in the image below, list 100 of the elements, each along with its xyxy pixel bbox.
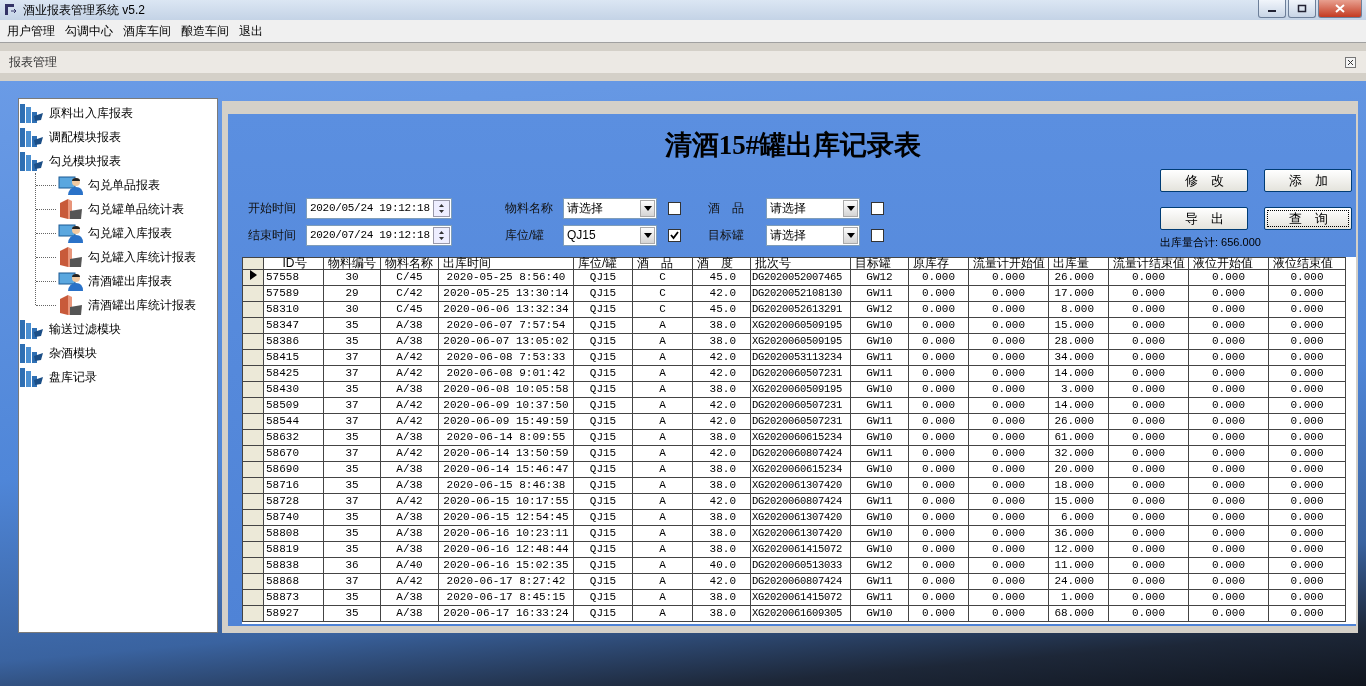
menu-item[interactable]: 酒库车间: [118, 22, 176, 40]
table-cell: A: [632, 589, 693, 606]
tree-item[interactable]: 清酒罐出库统计报表: [88, 296, 196, 314]
table-cell: 0.000: [1108, 589, 1189, 606]
action-button[interactable]: 修 改: [1160, 169, 1248, 192]
dropdown-field[interactable]: 请选择: [766, 197, 860, 219]
tree-item[interactable]: 勾兑单品报表: [88, 176, 160, 194]
dropdown-field[interactable]: 请选择: [563, 197, 657, 219]
table-cell: 3.000: [1048, 381, 1109, 398]
table-cell: GW11: [850, 445, 909, 462]
table-cell: GW11: [850, 589, 909, 606]
tree-item[interactable]: 输送过滤模块: [49, 320, 121, 338]
column-stack-icon: [19, 342, 45, 364]
table-cell: QJ15: [573, 605, 633, 622]
table-cell: XG2020061609305: [750, 605, 851, 622]
spin-icon[interactable]: [433, 199, 450, 217]
table-cell: 0.000: [1188, 525, 1269, 542]
action-button[interactable]: 添 加: [1264, 169, 1352, 192]
table-cell: C: [632, 285, 693, 302]
minimize-button[interactable]: [1258, 0, 1286, 18]
filter-label: 库位/罐: [505, 226, 546, 244]
tree-item[interactable]: 清酒罐出库报表: [88, 272, 172, 290]
close-button[interactable]: [1318, 0, 1362, 18]
table-cell: 2020-06-16 12:48:44: [438, 541, 574, 558]
column-header[interactable]: 流量计结束值: [1108, 257, 1189, 270]
box-icon: [58, 246, 84, 268]
table-cell: A: [632, 381, 693, 398]
tree-item[interactable]: 调配模块报表: [49, 128, 121, 146]
table-cell: QJ15: [573, 269, 633, 286]
table-cell: A/38: [380, 477, 439, 494]
table-cell: 0.000: [908, 269, 969, 286]
dropdown-field[interactable]: 请选择: [766, 224, 860, 246]
maximize-button[interactable]: [1288, 0, 1316, 18]
table-cell: GW10: [850, 317, 909, 334]
table-cell: QJ15: [573, 349, 633, 366]
table-cell: 11.000: [1048, 557, 1109, 574]
action-button[interactable]: 查 询: [1264, 207, 1352, 230]
table-cell: XG2020061307420: [750, 525, 851, 542]
tree-item[interactable]: 盘库记录: [49, 368, 97, 386]
table-cell: 37: [323, 493, 381, 510]
column-header[interactable]: 物料名称: [380, 257, 439, 270]
table-cell: 58509: [263, 397, 324, 414]
column-header[interactable]: 出库时间: [438, 257, 574, 270]
datetime-field[interactable]: 2020/07/24 19:12:18: [306, 224, 452, 246]
table-cell: 0.000: [908, 349, 969, 366]
table-cell: A/40: [380, 557, 439, 574]
column-header[interactable]: 酒 度: [692, 257, 751, 270]
table-cell: 35: [323, 381, 381, 398]
column-header[interactable]: 原库存: [908, 257, 969, 270]
column-header[interactable]: 批次号: [750, 257, 851, 270]
tree-item[interactable]: 勾兑罐单品统计表: [88, 200, 184, 218]
table-cell: 58347: [263, 317, 324, 334]
column-header[interactable]: 酒 品: [632, 257, 693, 270]
table-cell: 0.000: [1108, 301, 1189, 318]
table-cell: 0.000: [1268, 333, 1346, 350]
menu-item[interactable]: 用户管理: [2, 22, 60, 40]
table-cell: QJ15: [573, 381, 633, 398]
menu-item[interactable]: 酿造车间: [176, 22, 234, 40]
table-cell: 2020-06-15 12:54:45: [438, 509, 574, 526]
spin-icon[interactable]: [433, 226, 450, 244]
checkbox[interactable]: [871, 228, 884, 242]
datetime-field[interactable]: 2020/05/24 19:12:18: [306, 197, 452, 219]
tree-item[interactable]: 勾兑罐入库报表: [88, 224, 172, 242]
menu-item[interactable]: 退出: [234, 22, 268, 40]
user-icon: [58, 270, 84, 292]
table-cell: A/38: [380, 461, 439, 478]
column-header[interactable]: ID号: [263, 257, 324, 270]
tree-item[interactable]: 原料出入库报表: [49, 104, 133, 122]
tree-item[interactable]: 杂酒模块: [49, 344, 97, 362]
box-icon: [58, 198, 84, 220]
table-cell: QJ15: [573, 429, 633, 446]
table-cell: 0.000: [1268, 461, 1346, 478]
tree-item[interactable]: 勾兑模块报表: [49, 152, 121, 170]
table-cell: 2020-06-06 13:32:34: [438, 301, 574, 318]
table-cell: 0.000: [1108, 557, 1189, 574]
column-header[interactable]: 液位结束值: [1268, 257, 1346, 270]
menu-item[interactable]: 勾调中心: [60, 22, 118, 40]
column-header[interactable]: 目标罐: [850, 257, 909, 270]
checkbox[interactable]: [871, 201, 884, 215]
checkbox[interactable]: [668, 228, 681, 242]
table-cell: 58808: [263, 525, 324, 542]
tree-item[interactable]: 勾兑罐入库统计报表: [88, 248, 196, 266]
table-cell: A: [632, 525, 693, 542]
close-icon[interactable]: [1345, 56, 1356, 68]
column-header[interactable]: 出库量: [1048, 257, 1109, 270]
column-header[interactable]: 库位/罐: [573, 257, 633, 270]
table-cell: 0.000: [1188, 397, 1269, 414]
table-cell: 0.000: [968, 461, 1049, 478]
column-header[interactable]: 流量计开始值: [968, 257, 1049, 270]
filter-label: 酒 品: [708, 199, 745, 217]
table-cell: 0.000: [968, 445, 1049, 462]
table-cell: GW11: [850, 413, 909, 430]
table-cell: QJ15: [573, 317, 633, 334]
column-header[interactable]: 液位开始值: [1188, 257, 1269, 270]
checkbox[interactable]: [668, 201, 681, 215]
table-cell: 0.000: [1268, 397, 1346, 414]
table-cell: DG2020053113234: [750, 349, 851, 366]
column-header[interactable]: 物料编号: [323, 257, 381, 270]
action-button[interactable]: 导 出: [1160, 207, 1248, 230]
dropdown-field[interactable]: QJ15: [563, 224, 657, 246]
